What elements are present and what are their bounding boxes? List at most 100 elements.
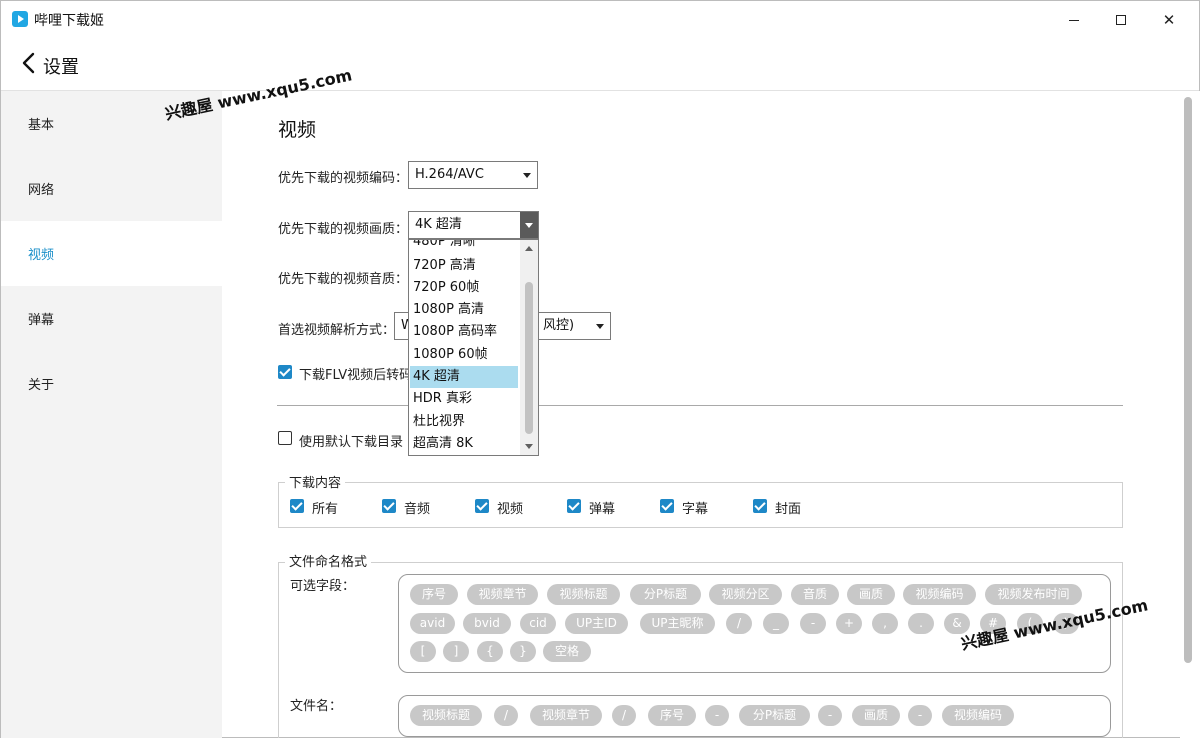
field-chip[interactable]: ] [443,641,469,662]
filename-chip[interactable]: 视频标题 [410,705,482,726]
content-all-checkbox[interactable] [290,499,304,513]
field-chip[interactable]: 视频编码 [903,584,976,605]
sidebar-item-label: 关于 [28,378,55,393]
filename-chip[interactable]: / [612,705,636,726]
field-chip[interactable]: 音质 [791,584,839,605]
quality-option[interactable]: 1080P 60帧 [410,344,518,366]
field-chip[interactable]: 视频发布时间 [985,584,1082,605]
content-danmaku-checkbox[interactable] [567,499,581,513]
field-chip[interactable]: [ [410,641,436,662]
filename-chip[interactable]: 视频编码 [942,705,1014,726]
sidebar-item-label: 视频 [28,248,55,263]
content-subtitle-label: 字幕 [682,502,709,517]
title-bar: 哔哩下载姬 ✕ [1,1,1199,39]
filename-chip[interactable]: 序号 [648,705,696,726]
parse-method-value-tail: 风控) [543,318,575,333]
scroll-thumb[interactable] [525,282,533,434]
main-scrollbar[interactable] [1180,91,1200,738]
sidebar-item-danmaku[interactable]: 弹幕 [1,286,222,351]
content-cover-checkbox[interactable] [753,499,767,513]
quality-option[interactable]: 480P 清晰 [410,240,518,253]
filename-chip[interactable]: 视频章节 [530,705,602,726]
field-chip[interactable]: { [477,641,503,662]
quality-dropdown-list: 480P 清晰 720P 高清 720P 60帧 1080P 高清 1080P … [408,239,539,456]
filename-label: 文件名： [290,699,343,714]
codec-select[interactable]: H.264/AVC [408,161,538,189]
quality-option[interactable]: 720P 高清 [410,255,518,277]
quality-option[interactable]: 超高清 8K [410,433,518,455]
field-chip[interactable]: + [836,613,862,634]
page-title: 设置 [43,57,79,78]
sidebar-item-about[interactable]: 关于 [1,351,222,416]
app-logo-icon [12,11,28,27]
codec-value: H.264/AVC [415,167,484,182]
quality-option[interactable]: 1080P 高码率 [410,321,518,343]
sidebar-item-label: 基本 [28,118,55,133]
content-video-label: 视频 [497,502,524,517]
section-title: 视频 [278,119,317,141]
field-chip[interactable]: bvid [463,613,511,634]
audio-quality-label: 优先下载的视频音质： [278,272,409,287]
field-chip[interactable]: UP主昵称 [640,613,715,634]
quality-label: 优先下载的视频画质： [278,222,409,237]
flv-transcode-checkbox[interactable] [278,365,292,379]
field-chip[interactable]: 视频分区 [709,584,782,605]
field-chip[interactable]: } [510,641,536,662]
field-chip[interactable]: 分P标题 [630,584,701,605]
content-audio-checkbox[interactable] [382,499,396,513]
dropdown-toggle[interactable] [520,212,538,238]
scroll-down-icon[interactable] [525,444,533,449]
dropdown-scrollbar[interactable] [520,240,538,455]
chevron-down-icon [523,173,531,178]
field-chip[interactable]: avid [410,613,455,634]
maximize-icon [1116,15,1126,25]
chevron-down-icon [596,324,604,329]
field-chip[interactable]: 视频标题 [547,584,620,605]
field-chip[interactable]: . [908,613,934,634]
field-chip[interactable]: UP主ID [565,613,628,634]
scroll-thumb[interactable] [1184,97,1192,663]
field-chip[interactable]: _ [763,613,789,634]
optional-fields-label: 可选字段： [290,579,356,594]
sidebar-item-network[interactable]: 网络 [1,156,222,221]
filename-chip[interactable]: / [494,705,518,726]
quality-option[interactable]: 1080P 高清 [410,299,518,321]
sidebar: 基本 网络 视频 弹幕 关于 [1,91,222,738]
section-divider [277,405,1123,406]
field-chip[interactable]: cid [520,613,556,634]
app-window: 哔哩下载姬 ✕ 设置 基本 网络 视频 弹幕 关于 视频 优先下载的视频编码： … [0,0,1200,738]
quality-option[interactable]: 杜比视界 [410,411,518,433]
content-audio-label: 音频 [404,502,431,517]
field-chip[interactable]: - [800,613,826,634]
filename-chip[interactable]: 分P标题 [739,705,810,726]
sidebar-item-video[interactable]: 视频 [1,221,222,286]
default-dir-checkbox[interactable] [278,431,292,445]
field-chip[interactable]: / [726,613,752,634]
sidebar-item-label: 网络 [28,183,55,198]
content-subtitle-checkbox[interactable] [660,499,674,513]
field-chip[interactable]: 序号 [410,584,458,605]
default-dir-label: 使用默认下载目录 [299,435,404,450]
minimize-button[interactable] [1051,1,1097,39]
scroll-up-icon[interactable] [525,246,533,251]
file-naming-legend: 文件命名格式 [285,551,372,570]
field-chip[interactable]: 画质 [847,584,895,605]
quality-select[interactable]: 4K 超清 [408,211,539,239]
filename-chip[interactable]: - [705,705,729,726]
download-content-legend: 下载内容 [285,472,346,491]
back-arrow-icon[interactable] [19,51,39,75]
field-chip[interactable]: 视频章节 [467,584,538,605]
content-video-checkbox[interactable] [475,499,489,513]
maximize-button[interactable] [1098,1,1144,39]
quality-option[interactable]: HDR 真彩 [410,388,518,410]
quality-option[interactable]: 720P 60帧 [410,277,518,299]
filename-chip[interactable]: - [908,705,932,726]
settings-panel: 视频 优先下载的视频编码： H.264/AVC 优先下载的视频画质： 4K 超清… [222,91,1180,738]
filename-chip[interactable]: - [818,705,842,726]
quality-option-selected[interactable]: 4K 超清 [410,366,518,388]
field-chip[interactable]: , [872,613,898,634]
close-button[interactable]: ✕ [1146,1,1192,39]
field-chip[interactable]: 空格 [543,641,591,662]
filename-chip[interactable]: 画质 [852,705,900,726]
content-all-label: 所有 [312,502,339,517]
